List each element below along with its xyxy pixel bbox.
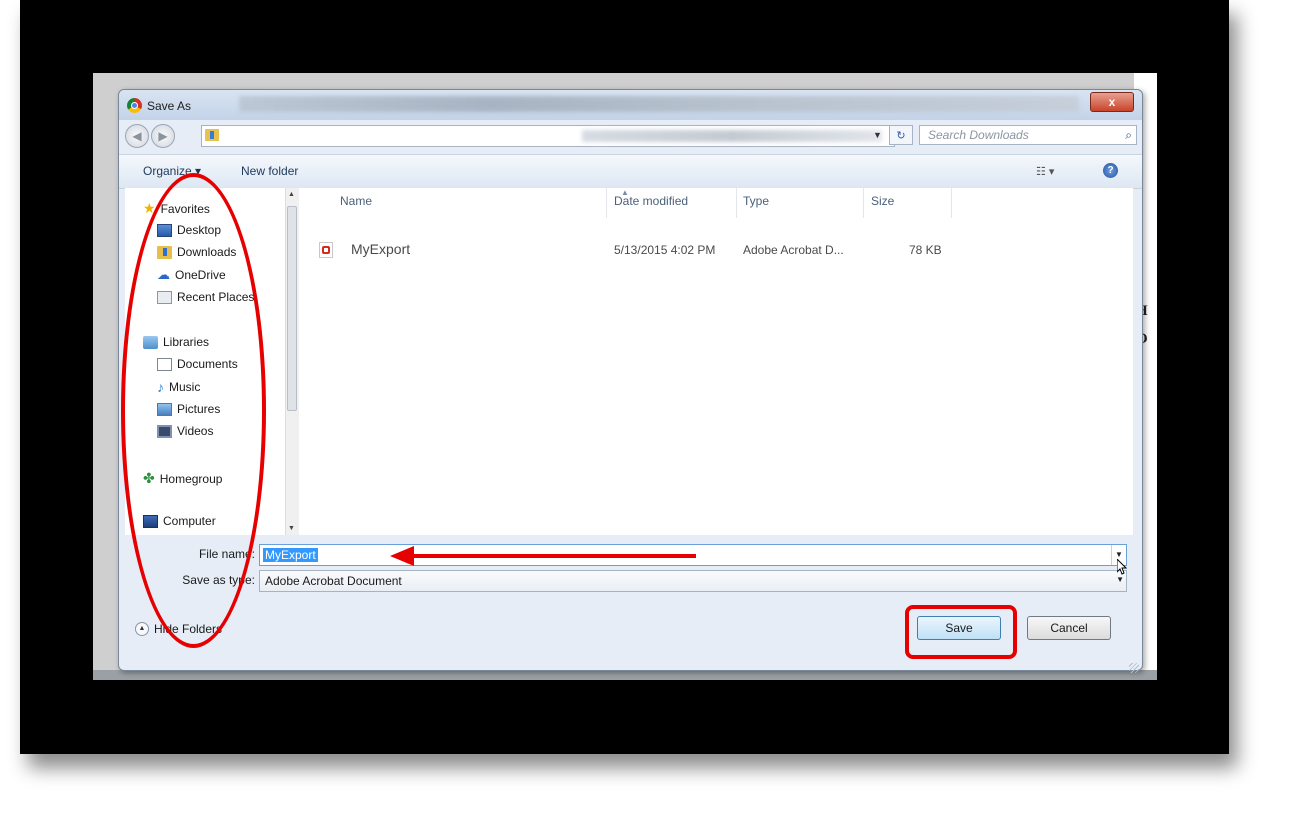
browser-tabs-blurred	[239, 96, 1079, 112]
address-dropdown-icon[interactable]: ▼	[873, 130, 882, 140]
file-date-cell: 5/13/2015 4:02 PM	[614, 243, 716, 257]
chrome-icon	[127, 98, 142, 113]
table-row[interactable]: MyExport 5/13/2015 4:02 PM Adobe Acrobat…	[301, 238, 951, 262]
title-bar[interactable]: Save As x	[119, 90, 1142, 120]
dialog-title: Save As	[147, 99, 192, 113]
cancel-button[interactable]: Cancel	[1027, 616, 1111, 640]
navigation-scrollbar[interactable]: ▲ ▼	[285, 188, 299, 535]
column-name[interactable]: Name	[340, 194, 372, 208]
new-folder-button[interactable]: New folder	[241, 164, 298, 178]
column-divider[interactable]	[863, 188, 864, 218]
refresh-button[interactable]: ↻	[889, 125, 913, 145]
chevron-down-icon: ▼	[1116, 575, 1124, 584]
back-button[interactable]: ◀	[125, 124, 149, 148]
save-as-type-value: Adobe Acrobat Document	[265, 574, 402, 588]
column-divider[interactable]	[951, 188, 952, 218]
pdf-file-icon	[319, 242, 333, 258]
address-bar-row: ◀ ▶ ▼ ↻ Search Downloads ⌕	[119, 120, 1142, 154]
file-list: ▲ Name Date modified Type Size MyExport …	[301, 188, 1133, 535]
folder-icon	[205, 129, 219, 141]
view-options-icon[interactable]: ☷ ▾	[1036, 165, 1054, 178]
scrollbar-thumb[interactable]	[287, 206, 297, 411]
save-as-dialog: Save As x ◀ ▶ ▼ ↻ Search Downloads ⌕ Org…	[118, 89, 1143, 673]
save-as-type-select[interactable]: Adobe Acrobat Document ▼	[259, 570, 1127, 592]
file-name-selected-text: MyExport	[263, 548, 318, 562]
mouse-pointer-icon	[1117, 559, 1127, 575]
column-size[interactable]: Size	[871, 194, 894, 208]
command-toolbar: Organize ▾ New folder ☷ ▾ ?	[119, 154, 1142, 189]
file-name-cell: MyExport	[351, 241, 411, 257]
column-date-modified[interactable]: Date modified	[614, 194, 688, 208]
column-divider[interactable]	[736, 188, 737, 218]
file-size-cell: 78 KB	[909, 243, 942, 257]
save-button-highlight	[905, 605, 1017, 659]
column-divider[interactable]	[606, 188, 607, 218]
address-path-input[interactable]	[201, 125, 895, 147]
resize-grip-icon[interactable]	[1129, 663, 1139, 673]
scroll-down-icon[interactable]: ▼	[288, 525, 295, 532]
close-button[interactable]: x	[1090, 92, 1134, 112]
column-type[interactable]: Type	[743, 194, 769, 208]
collapse-icon: ▲	[135, 622, 149, 636]
file-name-input[interactable]: MyExport ▼	[259, 544, 1127, 566]
search-input[interactable]: Search Downloads ⌕	[919, 125, 1137, 145]
browser-content: ★ Favorites Desktop Downloads ☁ OneDrive	[125, 188, 1133, 535]
search-icon[interactable]: ⌕	[1125, 128, 1132, 143]
forward-button[interactable]: ▶	[151, 124, 175, 148]
file-type-cell: Adobe Acrobat D...	[743, 243, 844, 257]
path-blurred	[582, 130, 882, 142]
scroll-up-icon[interactable]: ▲	[288, 191, 295, 198]
search-placeholder: Search Downloads	[928, 128, 1029, 142]
help-icon[interactable]: ?	[1103, 163, 1118, 178]
navigation-pane-highlight	[121, 173, 266, 648]
